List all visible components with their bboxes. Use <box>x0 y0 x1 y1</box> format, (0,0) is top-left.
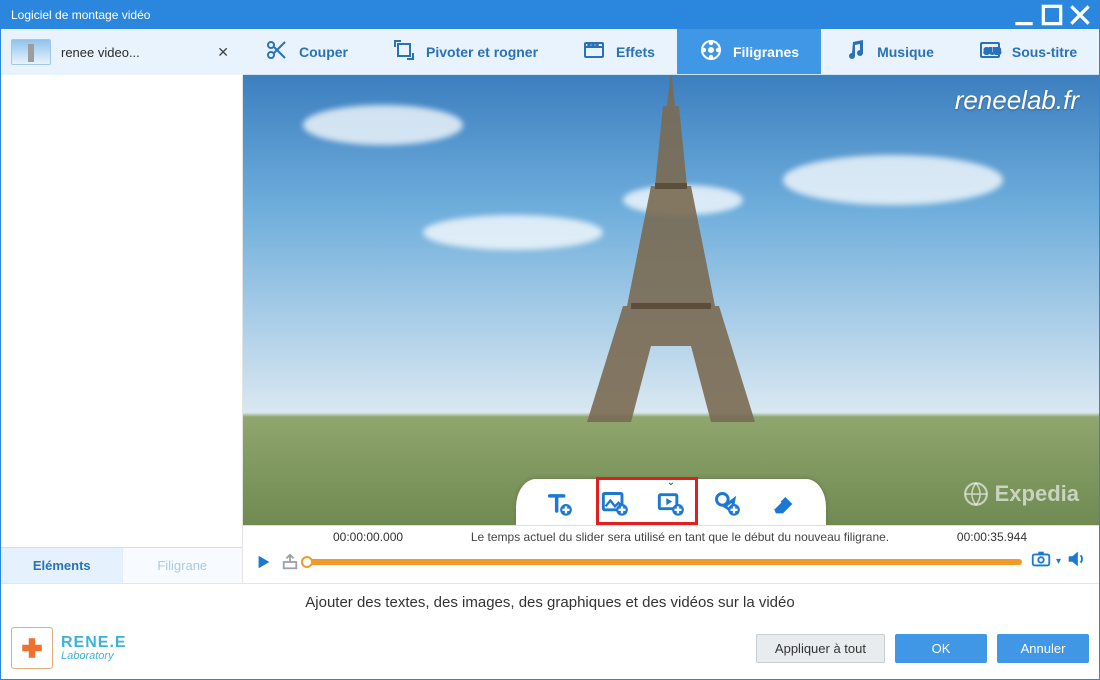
video-plus-icon <box>657 490 685 518</box>
toolbar-row: renee video... ✕ Couper Pivoter et rogne… <box>1 29 1099 75</box>
timeline-slider[interactable] <box>307 559 1022 565</box>
snapshot-button[interactable] <box>1030 548 1052 575</box>
erase-button[interactable] <box>766 487 800 521</box>
add-text-button[interactable] <box>542 487 576 521</box>
subtitle-icon: SUB <box>978 38 1002 65</box>
tool-music[interactable]: Musique <box>821 29 956 74</box>
eraser-icon <box>769 490 797 518</box>
brand-logo-icon <box>11 627 53 669</box>
eiffel-tower-shape <box>561 75 781 426</box>
video-preview[interactable]: reneelab.fr Expedia ⌄ <box>243 75 1099 525</box>
vendor-watermark: Expedia <box>963 481 1079 507</box>
sidebar-tab-watermark[interactable]: Filigrane <box>122 548 243 583</box>
cloud-shape <box>303 105 463 145</box>
tool-label: Filigranes <box>733 44 799 60</box>
close-button[interactable] <box>1067 5 1093 25</box>
main-toolbar: Couper Pivoter et rogner Effets Filigran… <box>243 29 1099 74</box>
ok-button[interactable]: OK <box>895 634 987 663</box>
cloud-shape <box>783 155 1003 205</box>
footer-message: Ajouter des textes, des images, des grap… <box>1 584 1099 621</box>
add-shape-button[interactable] <box>710 487 744 521</box>
tool-watermark[interactable]: Filigranes <box>677 29 821 74</box>
brand-name: RENE.E <box>61 635 127 651</box>
sidebar-tabs: Eléments Filigrane <box>1 547 242 583</box>
timeline-panel: 00:00:00.000 Le temps actuel du slider s… <box>243 525 1099 583</box>
tool-label: Couper <box>299 44 348 60</box>
music-icon <box>843 38 867 65</box>
slider-knob[interactable] <box>301 556 313 568</box>
window-title: Logiciel de montage vidéo <box>11 8 1009 22</box>
timeline-end-time: 00:00:35.944 <box>957 530 1027 544</box>
tool-effects[interactable]: Effets <box>560 29 677 74</box>
tool-subtitle[interactable]: SUB Sous-titre <box>956 29 1099 74</box>
brand-subtitle: Laboratory <box>61 651 127 662</box>
apply-all-button[interactable]: Appliquer à tout <box>756 634 885 663</box>
timeline-hint: Le temps actuel du slider sera utilisé e… <box>413 530 947 544</box>
tool-rotate-crop[interactable]: Pivoter et rogner <box>370 29 560 74</box>
file-tab-label: renee video... <box>61 45 213 60</box>
tool-cut[interactable]: Couper <box>243 29 370 74</box>
footer: Ajouter des textes, des images, des grap… <box>1 583 1099 679</box>
play-button[interactable] <box>255 553 273 571</box>
main-area: reneelab.fr Expedia ⌄ <box>243 75 1099 583</box>
timeline-start-time: 00:00:00.000 <box>333 530 403 544</box>
video-thumbnail-icon <box>11 39 51 65</box>
watermark-icon <box>699 38 723 65</box>
export-frame-button[interactable] <box>281 553 299 571</box>
add-video-button[interactable]: ⌄ <box>654 487 688 521</box>
text-plus-icon <box>545 490 573 518</box>
close-tab-icon[interactable]: ✕ <box>213 42 233 63</box>
titlebar: Logiciel de montage vidéo <box>1 1 1099 29</box>
maximize-button[interactable] <box>1039 5 1065 25</box>
globe-icon <box>963 481 989 507</box>
image-plus-icon <box>601 490 629 518</box>
brand: RENE.E Laboratory <box>11 627 746 669</box>
watermark-action-tray: ⌄ <box>516 479 826 525</box>
svg-text:SUB: SUB <box>984 47 1001 56</box>
vendor-watermark-text: Expedia <box>995 481 1079 507</box>
rotate-crop-icon <box>392 38 416 65</box>
tool-label: Pivoter et rogner <box>426 44 538 60</box>
chevron-down-icon: ⌄ <box>667 477 675 488</box>
snapshot-dropdown-icon[interactable]: ▾ <box>1056 556 1061 567</box>
sidebar-tab-elements[interactable]: Eléments <box>1 548 122 583</box>
site-watermark-text: reneelab.fr <box>955 85 1079 116</box>
sidebar: Eléments Filigrane <box>1 75 243 583</box>
tool-label: Effets <box>616 44 655 60</box>
scissors-icon <box>265 38 289 65</box>
minimize-button[interactable] <box>1011 5 1037 25</box>
body: Eléments Filigrane reneelab.fr Ex <box>1 75 1099 583</box>
sidebar-list <box>1 75 242 547</box>
volume-button[interactable] <box>1065 548 1087 575</box>
cancel-button[interactable]: Annuler <box>997 634 1089 663</box>
shape-plus-icon <box>713 490 741 518</box>
app-window: Logiciel de montage vidéo renee video...… <box>0 0 1100 680</box>
effects-icon <box>582 38 606 65</box>
tool-label: Musique <box>877 44 934 60</box>
add-image-button[interactable] <box>598 487 632 521</box>
file-tab[interactable]: renee video... ✕ <box>1 29 243 75</box>
tool-label: Sous-titre <box>1012 44 1077 60</box>
